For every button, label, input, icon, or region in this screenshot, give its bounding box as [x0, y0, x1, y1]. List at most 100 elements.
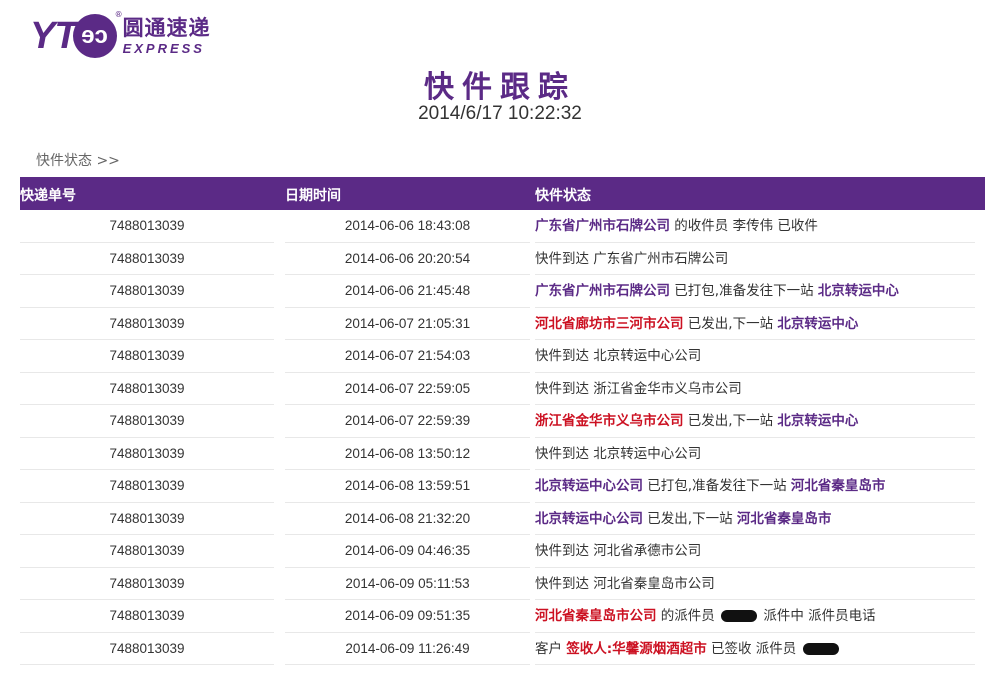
column-header-status: 快件状态: [535, 188, 591, 204]
cell-tracking-number: 7488013039: [20, 210, 274, 243]
table-row: 7488013039 2014-06-08 13:59:51 北京转运中心公司 已打…: [20, 470, 985, 503]
cell-status: 快件到达 广东省广州市石牌公司: [535, 243, 975, 275]
table-row: 7488013039 2014-06-09 09:51:35 河北省秦皇岛市公司 的…: [20, 600, 985, 633]
cell-status: 北京转运中心公司 已打包,准备发往下一站 河北省秦皇岛市: [535, 470, 975, 503]
logo-registered-mark: ®: [114, 10, 123, 19]
cell-status: 浙江省金华市义乌市公司 已发出,下一站 北京转运中心: [535, 405, 975, 438]
status-text: 快件到达 广东省广州市石牌公司: [535, 250, 729, 267]
table-row: 7488013039 2014-06-08 13:50:12 快件到达 北京转运中心…: [20, 438, 985, 470]
cell-tracking-number: 7488013039: [20, 308, 274, 340]
status-text: 快件到达 浙江省金华市义乌市公司: [535, 380, 742, 397]
status-text: 客户: [535, 640, 567, 657]
cell-tracking-number: 7488013039: [20, 568, 274, 600]
cell-datetime: 2014-06-07 22:59:39: [285, 405, 530, 438]
cell-datetime: 2014-06-07 22:59:05: [285, 373, 530, 405]
cell-status: 河北省廊坊市三河市公司 已发出,下一站 北京转运中心: [535, 308, 975, 340]
logo-runner-icon: ɘɔ ®: [72, 10, 123, 58]
cell-status: 快件到达 河北省承德市公司: [535, 535, 975, 568]
cell-tracking-number: 7488013039: [20, 600, 274, 633]
table-row: 7488013039 2014-06-09 11:26:49 客户 签收人:华馨源烟…: [20, 633, 985, 665]
cell-status: 广东省广州市石牌公司 的收件员 李传伟 已收件: [535, 210, 975, 243]
cell-datetime: 2014-06-09 09:51:35: [285, 600, 530, 633]
cell-status: 快件到达 北京转运中心公司: [535, 438, 975, 470]
cell-tracking-number: 7488013039: [20, 438, 274, 470]
logo-chinese-name: 圆通速递: [122, 15, 211, 40]
table-row: 7488013039 2014-06-09 05:11:53 快件到达 河北省秦皇岛…: [20, 568, 985, 600]
status-highlight: 浙江省金华市义乌市公司: [535, 413, 684, 429]
status-text: 已发出,下一站: [683, 315, 778, 332]
cell-datetime: 2014-06-07 21:54:03: [285, 340, 530, 373]
cell-datetime: 2014-06-06 21:45:48: [285, 275, 530, 308]
status-text: 快件到达 河北省承德市公司: [535, 543, 702, 559]
status-text: 的派件员: [656, 608, 720, 624]
status-text: 已发出,下一站: [683, 413, 778, 429]
cell-status: 快件到达 北京转运中心公司: [535, 340, 975, 373]
status-text: 已签收 派件员: [706, 640, 801, 657]
cell-datetime: 2014-06-06 18:43:08: [285, 210, 530, 243]
logo-english-name: EXPRESS: [122, 40, 205, 56]
status-highlight: 签收人:华馨源烟酒超市: [566, 640, 707, 657]
status-text: 快件到达 北京转运中心公司: [535, 348, 702, 364]
status-text: 已打包,准备发往下一站: [670, 283, 818, 299]
cell-datetime: 2014-06-08 21:32:20: [285, 503, 530, 535]
redacted-name: [721, 610, 758, 622]
column-header-datetime: 日期时间: [285, 188, 341, 204]
table-row: 7488013039 2014-06-07 22:59:05 快件到达 浙江省金华市…: [20, 373, 985, 405]
cell-datetime: 2014-06-08 13:50:12: [285, 438, 530, 470]
column-header-tracking-number: 快递单号: [20, 188, 76, 204]
cell-tracking-number: 7488013039: [20, 340, 274, 373]
yto-logo[interactable]: YT ɘɔ ® 圆通速递 EXPRESS: [30, 10, 211, 62]
status-location: 河北省秦皇岛市: [736, 510, 832, 527]
status-location: 北京转运中心: [777, 315, 859, 332]
cell-datetime: 2014-06-09 04:46:35: [285, 535, 530, 568]
cell-tracking-number: 7488013039: [20, 633, 274, 665]
cell-tracking-number: 7488013039: [20, 535, 274, 568]
status-location: 广东省广州市石牌公司: [535, 218, 670, 234]
query-datetime: 2014/6/17 10:22:32: [418, 103, 582, 124]
cell-datetime: 2014-06-08 13:59:51: [285, 470, 530, 503]
cell-tracking-number: 7488013039: [20, 373, 274, 405]
cell-status: 客户 签收人:华馨源烟酒超市 已签收 派件员: [535, 633, 975, 665]
logo-yt-letters: YT: [30, 15, 78, 57]
cell-status: 北京转运中心公司 已发出,下一站 河北省秦皇岛市: [535, 503, 975, 535]
cell-tracking-number: 7488013039: [20, 503, 274, 535]
table-row: 7488013039 2014-06-07 21:54:03 快件到达 北京转运中心…: [20, 340, 985, 373]
cell-status: 快件到达 浙江省金华市义乌市公司: [535, 373, 975, 405]
table-row: 7488013039 2014-06-08 21:32:20 北京转运中心公司 已发…: [20, 503, 985, 535]
redacted-name: [802, 642, 839, 655]
status-text: 的收件员 李传伟 已收件: [670, 218, 818, 234]
breadcrumb: 快件状态 >>: [36, 153, 120, 169]
status-location: 广东省广州市石牌公司: [535, 283, 670, 299]
cell-tracking-number: 7488013039: [20, 243, 274, 275]
cell-tracking-number: 7488013039: [20, 405, 274, 438]
status-text: 已打包,准备发往下一站: [643, 478, 791, 494]
table-row: 7488013039 2014-06-09 04:46:35 快件到达 河北省承德市…: [20, 535, 985, 568]
status-text: 已发出,下一站: [643, 510, 737, 527]
status-location: 北京转运中心公司: [535, 478, 643, 494]
cell-tracking-number: 7488013039: [20, 275, 274, 308]
cell-datetime: 2014-06-06 20:20:54: [285, 243, 530, 275]
status-text: 快件到达 北京转运中心公司: [535, 445, 702, 462]
page-title: 快件跟踪: [424, 70, 576, 105]
logo-mark-glyph: ɘɔ: [81, 22, 108, 49]
status-location: 河北省秦皇岛市: [790, 478, 886, 494]
cell-status: 河北省秦皇岛市公司 的派件员 派件中 派件员电话: [535, 600, 975, 633]
table-row: 7488013039 2014-06-07 21:05:31 河北省廊坊市三河市公司…: [20, 308, 985, 340]
cell-datetime: 2014-06-07 21:05:31: [285, 308, 530, 340]
status-highlight: 河北省秦皇岛市公司: [535, 608, 657, 624]
table-row: 7488013039 2014-06-06 21:45:48 广东省广州市石牌公司 …: [20, 275, 985, 308]
cell-tracking-number: 7488013039: [20, 470, 274, 503]
cell-status: 广东省广州市石牌公司 已打包,准备发往下一站 北京转运中心: [535, 275, 975, 308]
status-location: 北京转运中心公司: [535, 510, 643, 527]
table-row: 7488013039 2014-06-06 18:43:08 广东省广州市石牌公司 …: [20, 210, 985, 243]
status-text: 派件中 派件员电话: [759, 608, 876, 624]
table-row: 7488013039 2014-06-06 20:20:54 快件到达 广东省广州市…: [20, 243, 985, 275]
status-location: 北京转运中心: [817, 283, 899, 299]
cell-datetime: 2014-06-09 05:11:53: [285, 568, 530, 600]
status-highlight: 河北省廊坊市三河市公司: [535, 315, 684, 332]
cell-datetime: 2014-06-09 11:26:49: [285, 633, 530, 665]
status-text: 快件到达 河北省秦皇岛市公司: [535, 575, 715, 592]
table-row: 7488013039 2014-06-07 22:59:39 浙江省金华市义乌市公司…: [20, 405, 985, 438]
logo-text: 圆通速递 EXPRESS: [122, 15, 211, 56]
status-location: 北京转运中心: [777, 413, 859, 429]
